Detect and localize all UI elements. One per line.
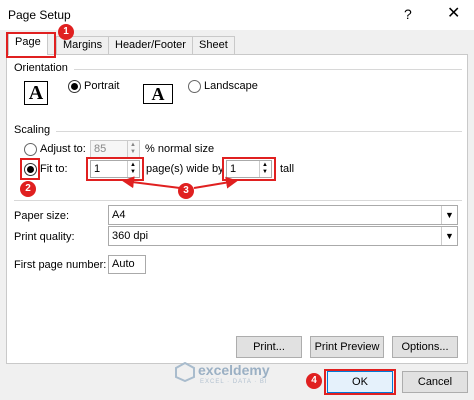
page-tab-highlight xyxy=(6,32,56,58)
paper-size-label: Paper size: xyxy=(14,210,70,222)
print-quality-label: Print quality: xyxy=(14,231,75,243)
print-preview-button[interactable]: Print Preview xyxy=(310,336,384,358)
cancel-button[interactable]: Cancel xyxy=(402,371,468,393)
first-page-number-label: First page number: xyxy=(14,259,107,271)
annotation-badge-1: 1 xyxy=(58,24,74,40)
annotation-badge-4: 4 xyxy=(306,373,322,389)
watermark-tagline: EXCEL · DATA · BI xyxy=(200,379,268,385)
print-quality-select[interactable]: 360 dpi ▼ xyxy=(108,226,458,246)
watermark-logo: exceldemy xyxy=(198,362,270,378)
paper-size-select[interactable]: A4 ▼ xyxy=(108,205,458,225)
exceldemy-logo-icon xyxy=(175,362,195,382)
options-button[interactable]: Options... xyxy=(392,336,458,358)
first-page-number-value: Auto xyxy=(112,258,135,270)
first-page-number-input[interactable]: Auto xyxy=(108,255,146,274)
paper-size-value: A4 xyxy=(112,209,126,221)
divider xyxy=(14,200,462,201)
print-button[interactable]: Print... xyxy=(236,336,302,358)
ok-button[interactable]: OK xyxy=(327,371,393,393)
chevron-down-icon[interactable]: ▼ xyxy=(441,227,457,245)
arrow-to-tall xyxy=(193,176,238,189)
chevron-down-icon[interactable]: ▼ xyxy=(441,206,457,224)
print-quality-value: 360 dpi xyxy=(112,230,149,242)
arrow-to-wide xyxy=(122,176,181,189)
